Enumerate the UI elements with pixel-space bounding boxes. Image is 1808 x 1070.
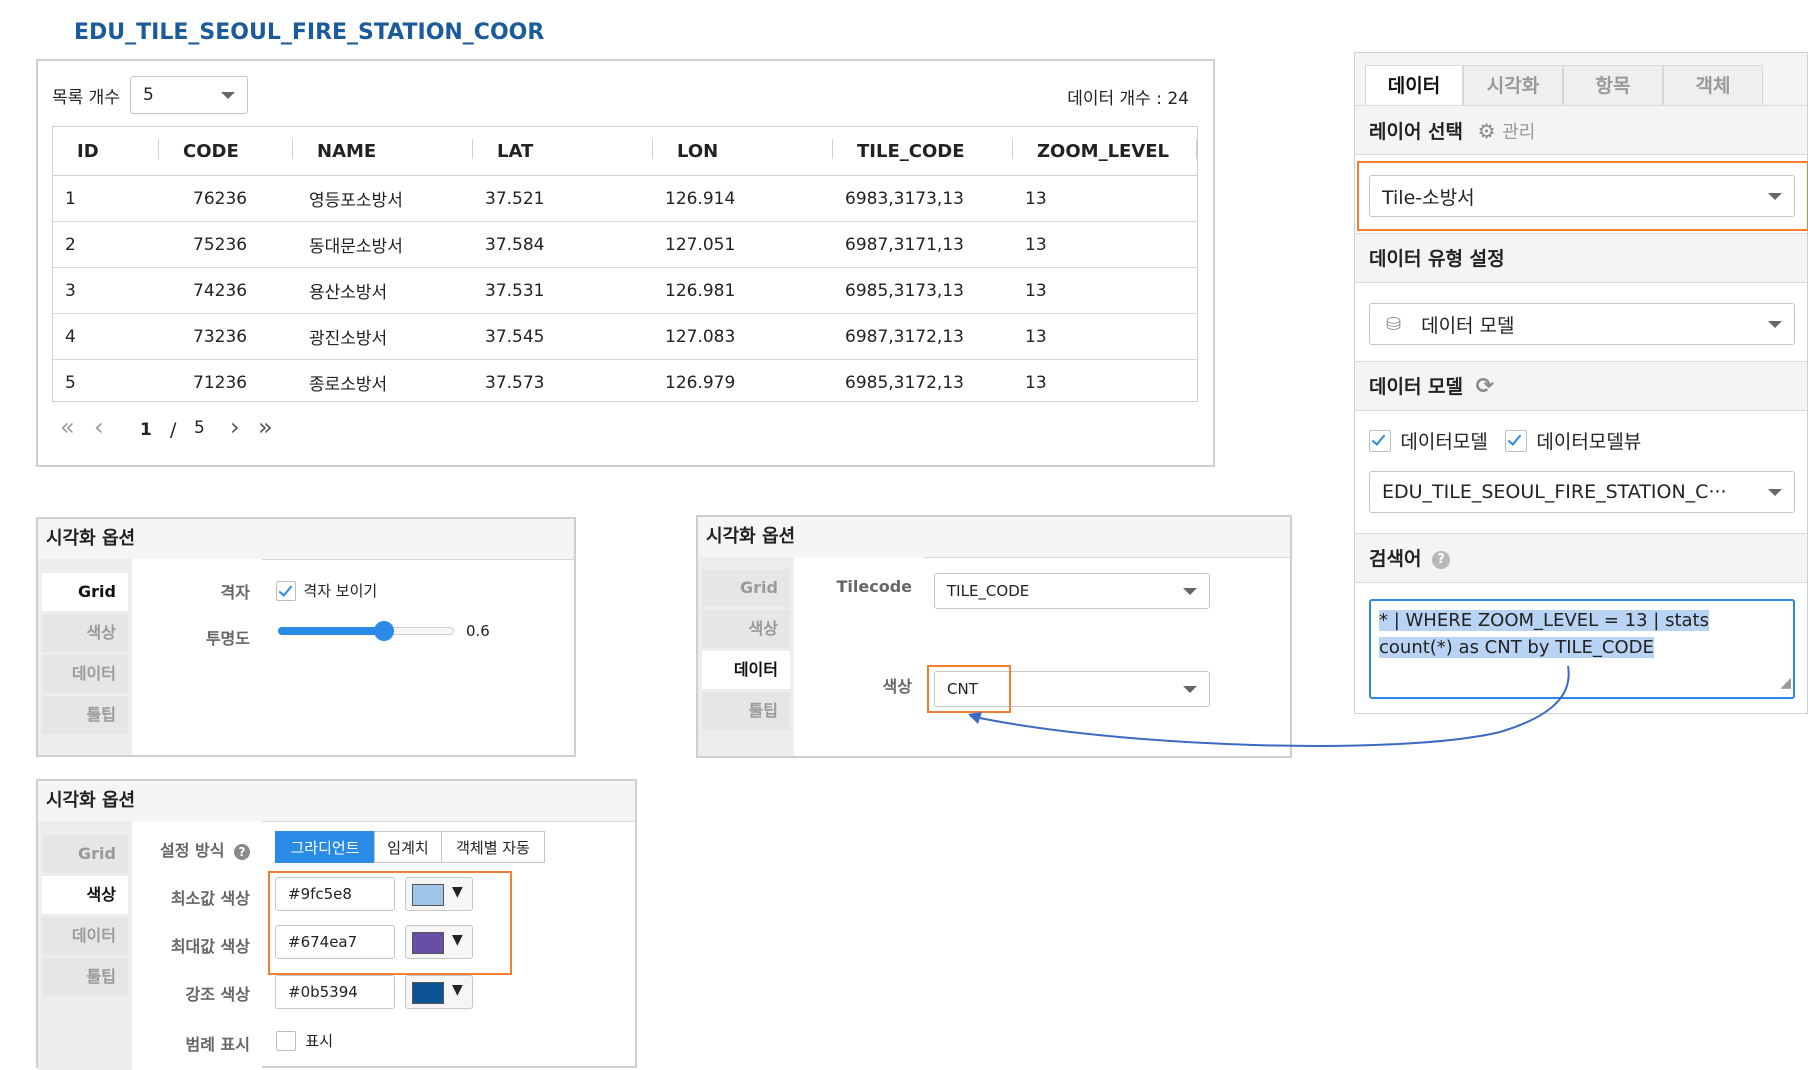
connector-arrow xyxy=(968,665,1570,747)
